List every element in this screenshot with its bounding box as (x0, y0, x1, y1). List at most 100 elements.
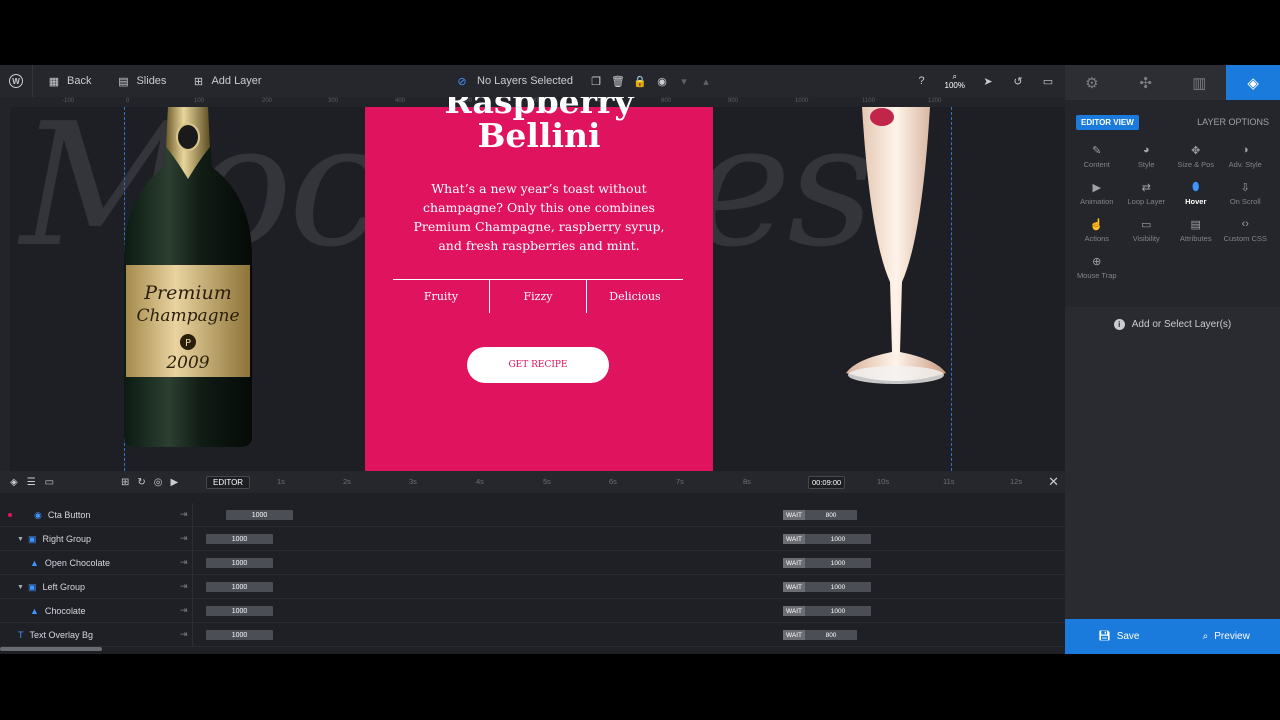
option-mouse-trap[interactable]: ⊕ Mouse Trap (1072, 255, 1122, 283)
chevron-down-icon[interactable]: ▼ (17, 584, 24, 591)
layer-label[interactable]: ▼ ▣ Right Group (0, 527, 193, 551)
option-on-scroll[interactable]: ⇩ On Scroll (1221, 181, 1271, 209)
delete-icon[interactable]: 🗑 (611, 74, 625, 88)
option-hover[interactable]: ⬮ Hover (1171, 181, 1221, 209)
end-animation-bar[interactable]: WAIT 1000 (783, 558, 872, 568)
end-animation-bar[interactable]: WAIT 800 (783, 510, 858, 520)
option-content[interactable]: ✎ Content (1072, 144, 1122, 172)
timeline-row[interactable]: ▼ ▣ Right Group ⇥ 1000 WAIT 1000 (0, 527, 1065, 551)
tag-delicious[interactable]: Delicious (586, 280, 683, 313)
slide-title[interactable]: Raspberry Bellini (365, 97, 713, 153)
timer-icon[interactable]: ◎ (154, 477, 163, 488)
layer-selection-tools: ⊘ No Layers Selected ❐ 🗑 🔒 ◉ ▾ ▴ (455, 65, 713, 97)
layer-label[interactable]: ▲ Chocolate (0, 599, 193, 623)
timeline-rows: ◉ Cta Button ⇥ 1000 WAIT 800 ▼ ▣ Right Group ⇥ 100… (0, 503, 1065, 647)
wordpress-icon: W (9, 74, 23, 88)
loop-icon[interactable]: ↻ (137, 477, 145, 488)
option-attributes[interactable]: ▤ Attributes (1171, 218, 1221, 246)
end-animation-bar[interactable]: WAIT 800 (783, 630, 858, 640)
grid-icon[interactable]: ⊞ (121, 477, 129, 488)
tab-slides[interactable]: ▥ (1173, 65, 1227, 100)
start-animation-bar[interactable]: 1000 (206, 582, 273, 592)
option-animation[interactable]: ▶ Animation (1072, 181, 1122, 209)
option-label: Hover (1185, 197, 1207, 206)
chevron-up-icon[interactable]: ▴ (699, 74, 713, 88)
timeline-ticks[interactable]: 1s 2s 3s 4s 5s 6s 7s 8s 10s 11s 12s (206, 471, 1046, 493)
slide-description[interactable]: What’s a new year’s toast without champa… (405, 179, 673, 255)
timeline-row[interactable]: T Text Overlay Bg ⇥ 1000 WAIT 800 (0, 623, 1065, 647)
save-button[interactable]: 💾︎ Save (1065, 619, 1173, 654)
end-duration: 800 (805, 510, 858, 520)
close-icon[interactable]: ✕ (1048, 474, 1059, 490)
slide-canvas[interactable]: Mocktales -10001002003004005006007008009… (0, 97, 1065, 471)
slides-button[interactable]: ▤ Slides (100, 65, 175, 97)
text-overlay-card[interactable]: Raspberry Bellini What’s a new year’s to… (365, 97, 713, 471)
pin-icon[interactable]: ⇥ (180, 509, 188, 520)
end-animation-bar[interactable]: WAIT 1000 (783, 606, 872, 616)
option-custom-css[interactable]: ‹› Custom CSS (1221, 218, 1271, 246)
help-icon[interactable]: ? (915, 74, 929, 88)
layer-name: Cta Button (47, 510, 91, 520)
timeline-row[interactable]: ◉ Cta Button ⇥ 1000 WAIT 800 (0, 503, 1065, 527)
end-animation-bar[interactable]: WAIT 1000 (783, 582, 872, 592)
folder-icon[interactable]: ▭ (45, 477, 54, 488)
zoom-control[interactable]: ⌕ 100% (945, 72, 965, 90)
option-actions[interactable]: ☝ Actions (1072, 218, 1122, 246)
list-icon[interactable]: ☰ (27, 477, 36, 488)
start-animation-bar[interactable]: 1000 (206, 534, 273, 544)
eye-icon[interactable]: ◉ (655, 74, 669, 88)
scroll-icon: ⇩ (1240, 182, 1250, 194)
tab-settings[interactable]: ⚙ (1065, 65, 1119, 100)
desktop-icon[interactable]: ▭ (1041, 74, 1055, 88)
wordpress-button[interactable]: W (0, 65, 32, 97)
tag-fizzy[interactable]: Fizzy (489, 280, 586, 313)
add-layer-button[interactable]: ⊞ Add Layer (175, 65, 270, 97)
timeline-row[interactable]: ▲ Open Chocolate ⇥ 1000 WAIT 1000 (0, 551, 1065, 575)
current-time-marker[interactable]: 00:09:00 (808, 476, 846, 489)
cursor-icon[interactable]: ➤ (981, 74, 995, 88)
undo-icon[interactable]: ↺ (1011, 74, 1025, 88)
timeline-row[interactable]: ▲ Chocolate ⇥ 1000 WAIT 1000 (0, 599, 1065, 623)
layers-icon[interactable]: ◈ (10, 477, 18, 488)
layer-options-grid: ✎ Content ◕ Style ✥ Size & Pos ◑ Adv. Style ▶ Ani… (1065, 134, 1280, 283)
pin-icon[interactable]: ⇥ (180, 581, 188, 592)
end-animation-bar[interactable]: WAIT 1000 (783, 534, 872, 544)
chevron-down-icon[interactable]: ▾ (677, 74, 691, 88)
pin-icon[interactable]: ⇥ (180, 557, 188, 568)
guide-line-right[interactable] (951, 107, 952, 471)
back-button[interactable]: ▦ Back (33, 65, 100, 97)
option-loop-layer[interactable]: ⇄ Loop Layer (1122, 181, 1172, 209)
layer-label[interactable]: ◉ Cta Button (0, 503, 193, 527)
layer-label[interactable]: ▲ Open Chocolate (0, 551, 193, 575)
timeline-header: ◈ ☰ ▭ ⊞ ↻ ◎ ▶ EDITOR 1s 2s 3s 4s 5s 6s 7s 8s 10s… (0, 471, 1065, 493)
option-size-pos[interactable]: ✥ Size & Pos (1171, 144, 1221, 172)
option-style[interactable]: ◕ Style (1122, 144, 1172, 172)
pin-icon[interactable]: ⇥ (180, 605, 188, 616)
lock-icon[interactable]: 🔒 (633, 74, 647, 88)
preview-button[interactable]: ⌕ Preview (1173, 619, 1280, 654)
duplicate-icon[interactable]: ❐ (589, 74, 603, 88)
cta-button[interactable]: GET RECIPE (467, 347, 609, 383)
layer-label[interactable]: ▼ ▣ Left Group (0, 575, 193, 599)
tab-layers[interactable]: ◈ (1226, 65, 1280, 100)
champagne-glass-image[interactable] (842, 107, 950, 387)
chevron-down-icon[interactable]: ▼ (17, 536, 24, 543)
layer-label[interactable]: T Text Overlay Bg (0, 623, 193, 647)
pin-icon[interactable]: ⇥ (180, 629, 188, 640)
play-icon[interactable]: ▶ (171, 477, 179, 488)
start-animation-bar[interactable]: 1000 (206, 630, 273, 640)
end-duration: 1000 (805, 558, 872, 568)
tag-fruity[interactable]: Fruity (393, 280, 489, 313)
tab-navigation[interactable]: ✣ (1119, 65, 1173, 100)
start-animation-bar[interactable]: 1000 (226, 510, 293, 520)
layer-name: Left Group (42, 582, 85, 592)
horizontal-scrollbar[interactable] (0, 647, 102, 651)
editor-view-badge[interactable]: EDITOR VIEW (1076, 114, 1139, 130)
option-adv-style[interactable]: ◑ Adv. Style (1221, 144, 1271, 172)
option-visibility[interactable]: ▭ Visibility (1122, 218, 1172, 246)
champagne-bottle-image[interactable]: Premium Champagne P 2009 (120, 107, 256, 447)
start-animation-bar[interactable]: 1000 (206, 606, 273, 616)
start-animation-bar[interactable]: 1000 (206, 558, 273, 568)
pin-icon[interactable]: ⇥ (180, 533, 188, 544)
timeline-row[interactable]: ▼ ▣ Left Group ⇥ 1000 WAIT 1000 (0, 575, 1065, 599)
